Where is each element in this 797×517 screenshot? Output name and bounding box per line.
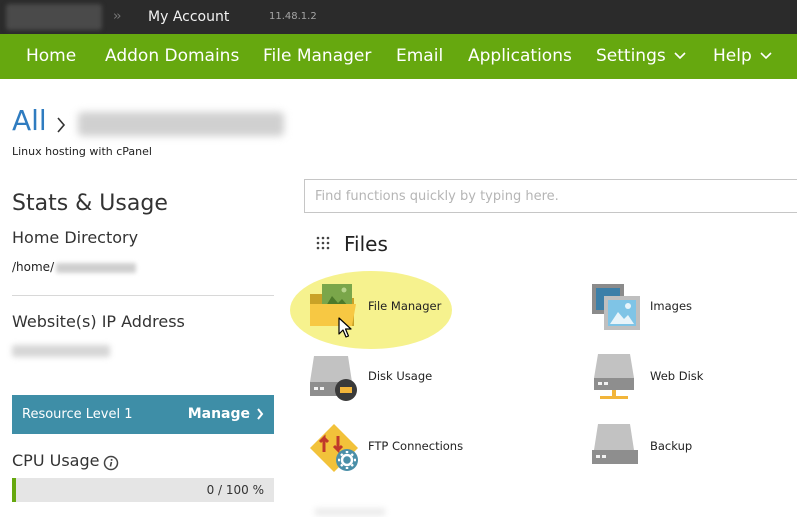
nav-help[interactable]: Help <box>713 46 772 66</box>
account-title[interactable]: My Account <box>148 9 229 25</box>
tool-label: Disk Usage <box>368 369 433 383</box>
tool-label: Images <box>650 299 693 313</box>
tool-web-disk[interactable]: Web Disk <box>590 352 797 402</box>
search-input[interactable] <box>304 179 797 213</box>
tool-label: File Manager <box>368 299 442 313</box>
nav-home-label: Home <box>26 46 77 66</box>
nav-file-manager[interactable]: File Manager <box>263 46 371 66</box>
ip-address-value <box>12 345 110 357</box>
nav-settings[interactable]: Settings <box>596 46 686 66</box>
tool-label: FTP Connections <box>368 439 464 453</box>
web-disk-icon <box>594 354 634 399</box>
chevron-right-icon <box>257 408 264 420</box>
logo[interactable] <box>6 4 102 30</box>
grid-dots-icon[interactable] <box>316 236 330 250</box>
nav-addon-domains[interactable]: Addon Domains <box>105 46 239 66</box>
cpu-usage-bar: 0 / 100 % <box>12 478 274 502</box>
mouse-cursor-icon <box>338 317 352 338</box>
nav-file-manager-label: File Manager <box>263 46 372 66</box>
tool-ftp-connections[interactable]: FTP Connections <box>308 422 548 472</box>
home-directory-username <box>56 262 137 273</box>
nav-home[interactable]: Home <box>26 46 76 66</box>
ftp-connections-icon <box>310 424 358 472</box>
home-directory-value: /home/ <box>12 260 137 274</box>
tool-label: Web Disk <box>650 369 704 383</box>
domain-name[interactable] <box>78 112 284 136</box>
breadcrumb-separator-icon: ›› <box>113 9 122 24</box>
home-directory-prefix: /home/ <box>12 260 55 274</box>
cpu-usage-fill <box>12 478 16 502</box>
nav-email[interactable]: Email <box>396 46 443 66</box>
nav-settings-label: Settings <box>596 46 666 66</box>
hosting-subtitle: Linux hosting with cPanel <box>12 145 152 158</box>
tool-backup[interactable]: Backup <box>590 422 797 472</box>
cpu-usage-label: CPU Usage <box>12 451 100 470</box>
resource-level-label: Resource Level 1 <box>22 407 133 422</box>
cpu-usage-value: 0 / 100 % <box>206 483 264 497</box>
ip-address-label: Website(s) IP Address <box>12 312 185 331</box>
divider <box>12 295 274 296</box>
chevron-down-icon <box>760 52 772 60</box>
chevron-down-icon <box>674 52 686 60</box>
chevron-right-icon <box>57 117 66 133</box>
files-section-title: Files <box>344 232 388 256</box>
images-icon <box>592 284 640 330</box>
tool-label: Backup <box>650 439 693 453</box>
tool-images[interactable]: Images <box>590 282 797 332</box>
file-manager-icon <box>310 284 356 326</box>
home-directory-label: Home Directory <box>12 228 139 247</box>
main-nav: Home Addon Domains File Manager Email Ap… <box>0 34 797 79</box>
top-bar: ›› My Account 11.48.1.2 <box>0 0 797 34</box>
nav-applications[interactable]: Applications <box>468 46 572 66</box>
breadcrumb-all-link[interactable]: All <box>12 104 47 137</box>
manage-button[interactable]: Manage <box>188 406 264 422</box>
stats-title: Stats & Usage <box>12 191 168 216</box>
nav-help-label: Help <box>713 46 752 66</box>
disk-usage-icon <box>310 356 357 401</box>
next-section-peek <box>315 508 385 516</box>
backup-icon <box>592 424 638 464</box>
nav-applications-label: Applications <box>468 46 572 66</box>
tool-disk-usage[interactable]: Disk Usage <box>308 352 548 402</box>
manage-label: Manage <box>187 406 250 422</box>
nav-addon-domains-label: Addon Domains <box>105 46 240 66</box>
nav-email-label: Email <box>396 46 444 66</box>
info-icon[interactable] <box>103 455 119 471</box>
resource-level-bar: Resource Level 1 Manage <box>12 395 274 434</box>
server-ip: 11.48.1.2 <box>269 11 317 22</box>
